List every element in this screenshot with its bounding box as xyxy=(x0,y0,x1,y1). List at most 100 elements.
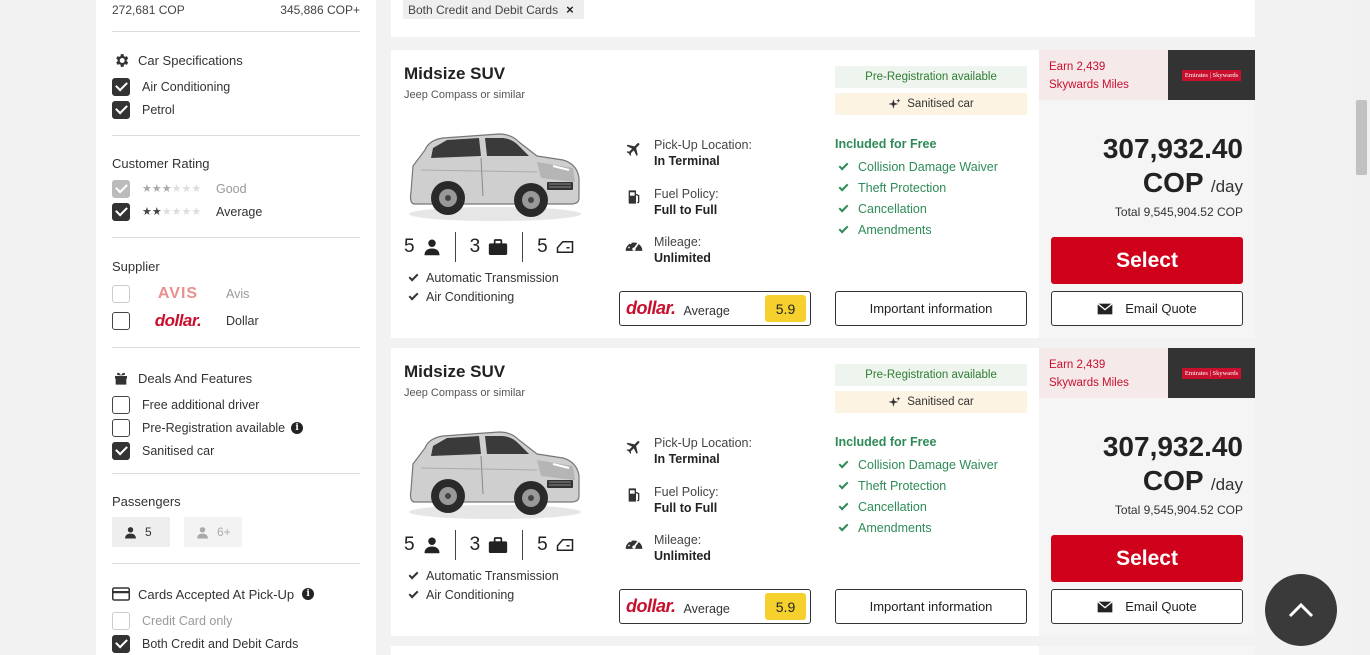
suitcase-icon xyxy=(488,238,508,255)
seats-spec: 5 xyxy=(404,530,456,560)
price-amount: 307,932.40 xyxy=(1102,133,1243,164)
check-icon xyxy=(838,521,849,532)
checkbox[interactable] xyxy=(112,179,130,198)
checkbox[interactable] xyxy=(112,418,130,437)
info-icon[interactable]: i xyxy=(302,588,315,600)
check-icon xyxy=(408,271,419,282)
bags-spec: 3 xyxy=(470,232,524,262)
cards-filter: Cards Accepted At Pick-Up i Credit Card … xyxy=(112,564,360,655)
dollar-logo: dollar. xyxy=(626,596,676,616)
seats-count: 5 xyxy=(404,534,415,555)
email-quote-button[interactable]: Email Quote xyxy=(1051,291,1243,326)
doors-count: 5 xyxy=(537,534,548,555)
included-title: Included for Free xyxy=(835,137,937,151)
deals-title: Deals And Features xyxy=(138,370,253,386)
scrollbar[interactable] xyxy=(1353,0,1370,655)
mileage-label: Mileage: xyxy=(654,533,702,547)
cards-title: Cards Accepted At Pick-Up xyxy=(138,586,295,602)
airplane-icon xyxy=(624,138,644,168)
filter-supplier-dollar[interactable]: dollar. Dollar xyxy=(112,307,360,334)
prereg-badge: Pre-Registration available xyxy=(835,66,1027,88)
filter-label: Dollar xyxy=(226,313,259,328)
daily-price: 307,932.40 COP /day xyxy=(1103,430,1243,502)
close-icon[interactable]: × xyxy=(566,2,574,17)
total-price: Total 9,545,904.52 COP xyxy=(1114,503,1243,517)
scrollbar-thumb[interactable] xyxy=(1356,100,1367,175)
mileage: Mileage: Unlimited xyxy=(624,533,711,563)
filter-label: Sanitised car xyxy=(142,443,215,458)
deals-heading: Deals And Features xyxy=(112,369,360,387)
filter-label: Good xyxy=(216,181,247,196)
doors-count: 5 xyxy=(537,236,548,257)
filter-air-conditioning[interactable]: Air Conditioning xyxy=(112,75,360,98)
car-result-card-partial xyxy=(391,646,1255,655)
passengers-filter: Passengers 5 6+ xyxy=(112,474,360,564)
car-result-card: Midsize SUV Jeep Compass or similar 5 3 … xyxy=(391,50,1255,338)
filter-credit-debit[interactable]: Both Credit and Debit Cards xyxy=(112,632,360,655)
sanitised-label: Sanitised car xyxy=(907,98,974,110)
filter-rating-average[interactable]: ★★★★★★ Average xyxy=(112,200,360,223)
filter-supplier-avis[interactable]: AVIS Avis xyxy=(112,280,360,307)
passengers-option-6plus[interactable]: 6+ xyxy=(184,517,242,547)
checkbox[interactable] xyxy=(112,634,130,653)
feature-item: Automatic Transmission xyxy=(408,569,559,583)
checkbox[interactable] xyxy=(112,441,130,460)
checkbox[interactable] xyxy=(112,77,130,96)
included-item: Collision Damage Waiver xyxy=(838,458,998,472)
filter-free-driver[interactable]: Free additional driver xyxy=(112,393,360,416)
total-price: Total 9,545,904.52 COP xyxy=(1114,205,1243,219)
passengers-option-label: 6+ xyxy=(217,525,231,539)
important-information-button[interactable]: Important information xyxy=(835,589,1027,624)
price-amount: 307,932.40 xyxy=(1102,431,1243,462)
suitcase-icon xyxy=(488,536,508,553)
filter-sidebar: 272,681 COP 345,886 COP+ Car Specificati… xyxy=(96,0,376,655)
fuel-policy: Fuel Policy: Full to Full xyxy=(624,485,719,515)
supplier-rating-box[interactable]: dollar. Average 5.9 xyxy=(619,589,811,624)
filter-petrol[interactable]: Petrol xyxy=(112,98,360,121)
car-category-title[interactable]: Midsize SUV xyxy=(404,64,505,84)
scroll-to-top-button[interactable] xyxy=(1265,574,1337,646)
filter-label: Free additional driver xyxy=(142,397,260,412)
car-category-title[interactable]: Midsize SUV xyxy=(404,362,505,382)
checkbox[interactable] xyxy=(112,202,130,221)
price-column: Earn 2,439 Skywards Miles Emirates | Sky… xyxy=(1039,50,1255,338)
email-quote-button[interactable]: Email Quote xyxy=(1051,589,1243,624)
partner-logo-text: Emirates | Skywards xyxy=(1181,69,1242,81)
supplier-heading: Supplier xyxy=(112,259,360,274)
select-button[interactable]: Select xyxy=(1051,535,1243,582)
check-icon xyxy=(408,290,419,301)
rating-title: Customer Rating xyxy=(112,156,210,171)
checkbox[interactable] xyxy=(112,311,130,330)
checkbox[interactable] xyxy=(112,100,130,119)
supplier-rating-box[interactable]: dollar. Average 5.9 xyxy=(619,291,811,326)
filter-label: Average xyxy=(216,204,263,219)
info-icon[interactable]: i xyxy=(291,421,304,434)
active-filter-tag[interactable]: Both Credit and Debit Cards × xyxy=(403,0,584,19)
filter-sanitised[interactable]: Sanitised car xyxy=(112,439,360,462)
price-min: 272,681 COP xyxy=(112,3,185,17)
filter-credit-only[interactable]: Credit Card only xyxy=(112,609,360,632)
check-icon xyxy=(838,202,849,213)
seats-count: 5 xyxy=(404,236,415,257)
included-title: Included for Free xyxy=(835,435,937,449)
passengers-option-5[interactable]: 5 xyxy=(112,517,170,547)
feature-label: Air Conditioning xyxy=(426,588,515,602)
active-filters-bar: Both Credit and Debit Cards × xyxy=(391,0,1255,37)
check-icon xyxy=(838,479,849,490)
checkbox[interactable] xyxy=(112,611,130,630)
dollar-logo: dollar. xyxy=(154,310,202,330)
checkbox[interactable] xyxy=(112,395,130,414)
filter-rating-good[interactable]: ★★★★★★ Good xyxy=(112,177,360,200)
skywards-earn-text: Earn 2,439 Skywards Miles xyxy=(1039,348,1168,398)
check-icon xyxy=(838,458,849,469)
check-icon xyxy=(838,181,849,192)
filter-label: Credit Card only xyxy=(142,613,233,628)
filter-prereg[interactable]: Pre-Registration available i xyxy=(112,416,360,439)
important-information-button[interactable]: Important information xyxy=(835,291,1027,326)
filter-tag-label: Both Credit and Debit Cards xyxy=(408,2,559,17)
customer-rating-filter: Customer Rating ★★★★★★ Good ★★★★★★ Avera… xyxy=(112,136,360,238)
supplier-title: Supplier xyxy=(112,259,160,274)
checkbox[interactable] xyxy=(112,284,130,303)
select-button[interactable]: Select xyxy=(1051,237,1243,284)
included-label: Theft Protection xyxy=(858,181,947,195)
